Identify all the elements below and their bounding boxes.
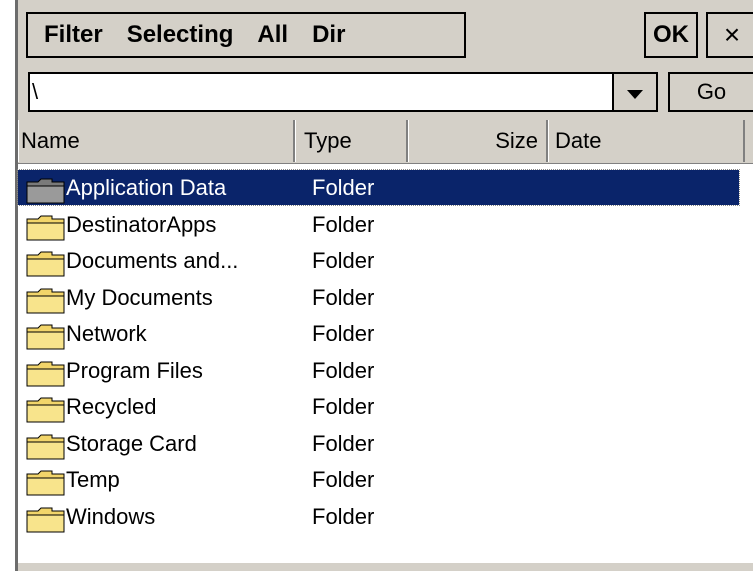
- menu-selecting[interactable]: Selecting: [115, 14, 246, 56]
- file-name: Storage Card: [66, 431, 197, 456]
- file-type: Folder: [312, 175, 375, 200]
- folder-icon: [26, 215, 65, 241]
- file-type: Folder: [312, 431, 375, 456]
- folder-icon: [26, 178, 65, 204]
- file-name: Documents and...: [66, 248, 239, 273]
- bottom-border: [18, 563, 753, 571]
- file-type: Folder: [312, 248, 375, 273]
- file-name: Program Files: [66, 358, 203, 383]
- menu-all[interactable]: All: [245, 14, 300, 56]
- file-name: Recycled: [66, 394, 157, 419]
- file-row[interactable]: Windows Folder: [18, 499, 739, 534]
- close-icon: ×: [723, 19, 741, 50]
- folder-icon: [26, 251, 65, 277]
- ok-button[interactable]: OK: [644, 12, 698, 58]
- file-name: Application Data: [66, 175, 227, 200]
- file-row[interactable]: Application Data Folder: [17, 169, 740, 206]
- folder-icon: [26, 288, 65, 314]
- column-header-date[interactable]: Date: [548, 120, 745, 162]
- close-button[interactable]: ×: [706, 12, 753, 58]
- folder-icon: [26, 397, 65, 423]
- column-header-size[interactable]: Size: [408, 120, 548, 162]
- go-button[interactable]: Go: [668, 72, 753, 112]
- file-name: Temp: [66, 467, 120, 492]
- file-type: Folder: [312, 358, 375, 383]
- file-name: My Documents: [66, 285, 213, 310]
- file-row[interactable]: Recycled Folder: [18, 389, 739, 424]
- file-row[interactable]: Program Files Folder: [18, 353, 739, 388]
- column-header-name[interactable]: Name: [18, 120, 295, 162]
- file-row[interactable]: My Documents Folder: [18, 280, 739, 315]
- file-row[interactable]: Storage Card Folder: [18, 426, 739, 461]
- window-left-border: [0, 0, 18, 571]
- path-dropdown-button[interactable]: [612, 72, 658, 112]
- file-row[interactable]: Temp Folder: [18, 462, 739, 497]
- file-type: Folder: [312, 212, 375, 237]
- file-type: Folder: [312, 285, 375, 310]
- folder-icon: [26, 324, 65, 350]
- address-bar: \ Go: [18, 68, 753, 120]
- file-row[interactable]: Documents and... Folder: [18, 243, 739, 278]
- file-name: Windows: [66, 504, 156, 529]
- file-name: Network: [66, 321, 147, 346]
- folder-icon: [26, 361, 65, 387]
- column-header-row: Name Type Size Date: [18, 120, 753, 164]
- chevron-down-icon: [627, 89, 643, 99]
- file-name: DestinatorApps: [66, 212, 217, 237]
- file-row[interactable]: DestinatorApps Folder: [18, 207, 739, 242]
- menu-dir[interactable]: Dir: [300, 14, 357, 56]
- file-type: Folder: [312, 321, 375, 346]
- menu-bar: Filter Selecting All Dir: [26, 12, 466, 58]
- column-header-type[interactable]: Type: [295, 120, 408, 162]
- menu-filter[interactable]: Filter: [28, 14, 115, 56]
- file-row[interactable]: Network Folder: [18, 316, 739, 351]
- toolbar: Filter Selecting All Dir OK ×: [18, 0, 753, 68]
- file-type: Folder: [312, 504, 375, 529]
- file-type: Folder: [312, 467, 375, 492]
- folder-icon: [26, 507, 65, 533]
- folder-icon: [26, 470, 65, 496]
- file-list: Application Data Folder DestinatorApps Fold…: [17, 168, 753, 563]
- file-type: Folder: [312, 394, 375, 419]
- path-input[interactable]: \: [28, 72, 612, 112]
- folder-icon: [26, 434, 65, 460]
